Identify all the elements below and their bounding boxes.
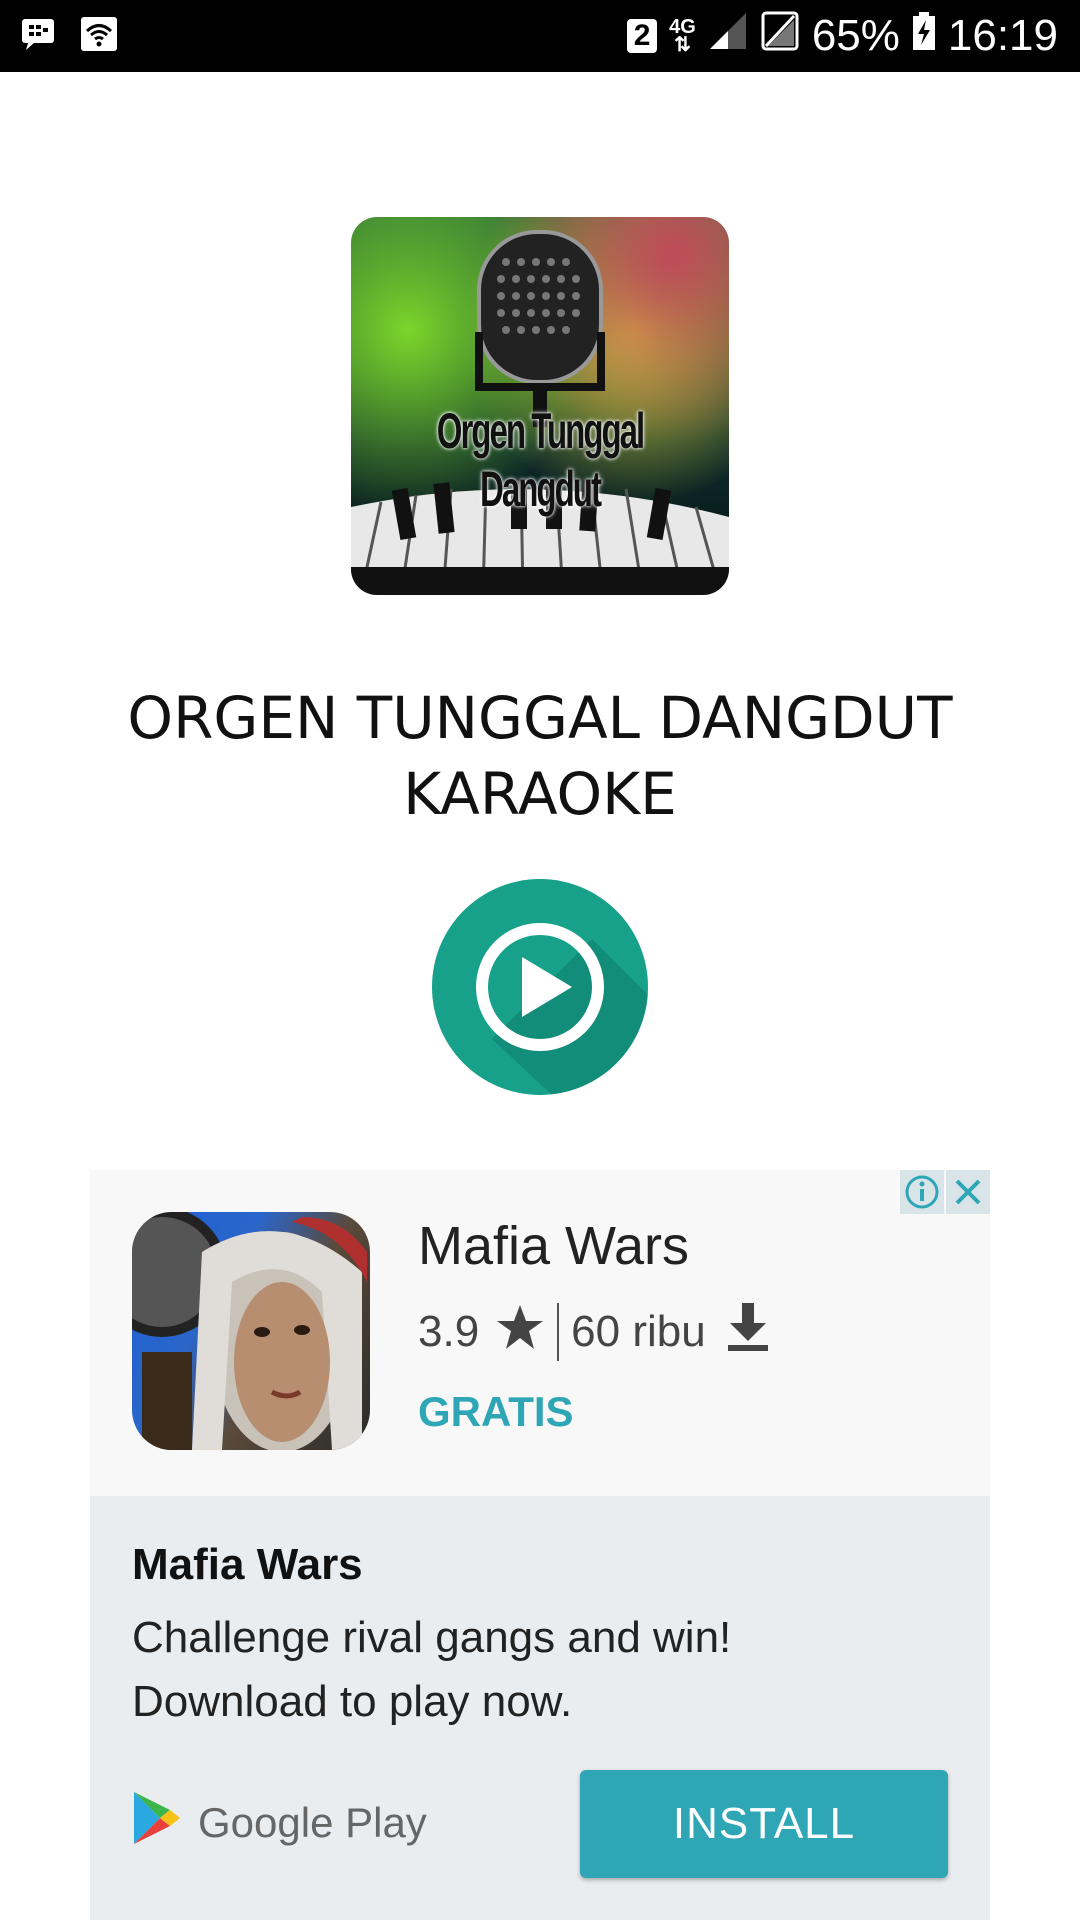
- ad-app-thumbnail[interactable]: [132, 1212, 370, 1450]
- ad-price: GRATIS: [418, 1388, 574, 1435]
- battery-percent: 65%: [811, 11, 900, 60]
- ad-downloads: 60 ribu: [571, 1307, 706, 1356]
- ad-info-icon[interactable]: [900, 1170, 944, 1214]
- battery-charging-icon: [912, 11, 936, 62]
- bbm-icon: [20, 17, 56, 56]
- no-sim-icon: [760, 10, 800, 63]
- ad-banner[interactable]: Mafia Wars 3.9 60 ribu GRATIS Mafia Wars…: [90, 1170, 990, 1920]
- ad-close-icon[interactable]: [946, 1170, 990, 1214]
- signal-icon: [708, 11, 748, 62]
- google-play-icon: [132, 1790, 182, 1856]
- clock: 16:19: [947, 11, 1058, 60]
- ad-body-line-2: Download to play now.: [132, 1677, 573, 1726]
- star-icon: [495, 1303, 545, 1362]
- wifi-icon: [80, 16, 118, 57]
- ad-app-card[interactable]: Mafia Wars 3.9 60 ribu GRATIS: [90, 1170, 990, 1496]
- ad-app-stats: 3.9 60 ribu: [418, 1302, 770, 1362]
- app-logo: Orgen Tunggal Dangdut: [351, 217, 729, 595]
- ad-headline: Mafia Wars: [132, 1540, 363, 1589]
- logo-text: Orgen Tunggal Dangdut: [436, 403, 645, 517]
- sim-slot-badge: 2: [627, 19, 658, 53]
- google-play-badge: Google Play: [132, 1790, 427, 1856]
- download-icon: [726, 1301, 770, 1364]
- google-play-label: Google Play: [198, 1799, 427, 1846]
- stat-divider: [557, 1303, 560, 1361]
- network-type: 4G ⇅: [669, 16, 696, 56]
- ad-app-name[interactable]: Mafia Wars: [418, 1215, 689, 1277]
- play-icon: [476, 923, 648, 1095]
- ad-body-line-1: Challenge rival gangs and win!: [132, 1613, 732, 1662]
- status-bar: 2 4G ⇅ 65% 16:19: [0, 0, 1080, 72]
- page-title: ORGEN TUNGGAL DANGDUT KARAOKE: [127, 684, 953, 828]
- ad-body-text: Challenge rival gangs and win! Download …: [132, 1606, 932, 1734]
- install-button[interactable]: INSTALL: [580, 1770, 948, 1878]
- play-button[interactable]: [432, 879, 648, 1095]
- ad-rating: 3.9: [418, 1307, 480, 1356]
